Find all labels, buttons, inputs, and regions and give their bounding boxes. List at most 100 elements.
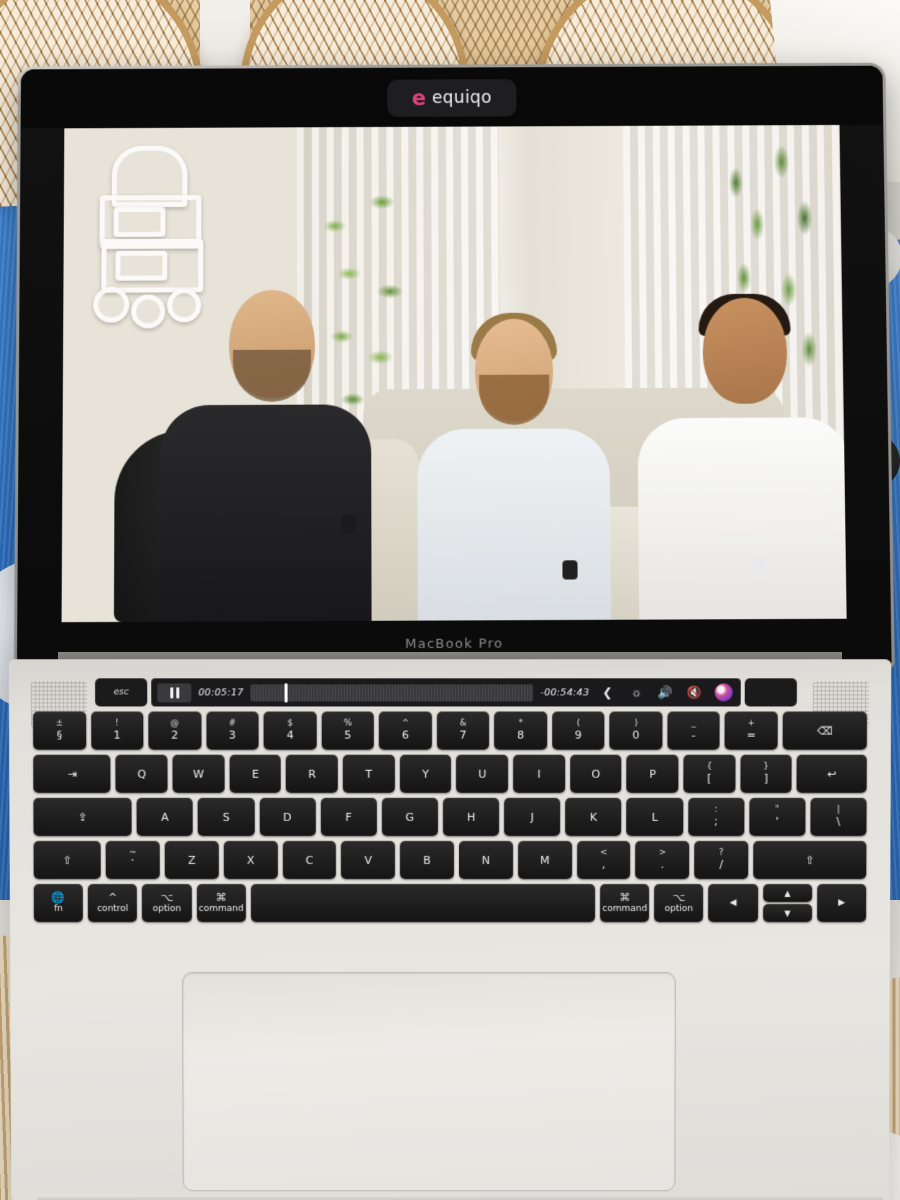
caps-lock-key[interactable]: ⇪ xyxy=(33,797,132,836)
key-quote[interactable]: " ' xyxy=(748,797,806,836)
laptop-lid: e equiqo MacBook Pro xyxy=(13,62,895,673)
key-slash[interactable]: ? / xyxy=(694,840,749,879)
key-p[interactable]: P xyxy=(626,754,679,793)
key-period[interactable]: >. xyxy=(635,840,690,879)
key-u[interactable]: U xyxy=(456,754,509,793)
key-3[interactable]: #3 xyxy=(206,711,259,750)
key-bracket-left[interactable]: {[ xyxy=(683,754,736,793)
key-a[interactable]: A xyxy=(136,797,194,836)
key-9[interactable]: (9 xyxy=(551,711,605,750)
key-f[interactable]: F xyxy=(320,797,377,836)
laptop-screen[interactable] xyxy=(61,124,847,623)
key-section[interactable]: ± § xyxy=(33,711,86,750)
key-l[interactable]: L xyxy=(626,797,683,836)
key-semicolon[interactable]: :; xyxy=(687,797,745,836)
esc-key[interactable]: esc xyxy=(95,678,148,707)
key-w[interactable]: W xyxy=(172,754,225,793)
key-2[interactable]: @2 xyxy=(148,711,202,750)
keyboard-row-home: ⇪ A S D F G H J K L :; " ' | \ xyxy=(33,797,867,836)
key-j[interactable]: J xyxy=(504,797,561,836)
control-key[interactable]: ^ control xyxy=(87,883,138,922)
keyboard-row-zxcv: ⇧ ~ ` Z X C V B N M <, >. ? / ⇧ xyxy=(33,840,867,879)
keyboard[interactable]: ± § ! 1 @2 #3 $4 % 5 ^ 6 & 7 * 8 (9 ) 0 _ - + = ⌫ xyxy=(33,711,867,927)
key-6[interactable]: ^ 6 xyxy=(379,711,432,750)
brightness-icon[interactable]: ☼ xyxy=(625,685,647,699)
touch-bar-strip[interactable]: 00:05:17 -00:54:43 ❮ ☼ 🔊 🔇 xyxy=(151,678,741,707)
macbook-pro-label: MacBook Pro xyxy=(404,635,504,652)
key-n[interactable]: N xyxy=(459,840,513,879)
volume-up-icon[interactable]: 🔊 xyxy=(655,685,677,699)
key-bracket-right[interactable]: }] xyxy=(740,754,792,793)
option-right-key[interactable]: ⌥ option xyxy=(654,883,704,922)
key-k[interactable]: K xyxy=(565,797,622,836)
shift-right-key[interactable]: ⇧ xyxy=(753,840,867,879)
scrubber-playhead[interactable] xyxy=(284,682,288,702)
equiqo-brand-text: equiqo xyxy=(431,88,492,108)
key-backslash[interactable]: | \ xyxy=(810,797,867,836)
key-minus[interactable]: _ - xyxy=(667,711,721,750)
key-r[interactable]: R xyxy=(286,754,338,793)
key-backtick[interactable]: ~ ` xyxy=(105,840,160,879)
person-right xyxy=(632,293,847,620)
key-c[interactable]: C xyxy=(282,840,337,879)
person-center xyxy=(413,312,615,621)
key-equals[interactable]: + = xyxy=(724,711,778,750)
key-x[interactable]: X xyxy=(223,840,278,879)
chevron-left-icon[interactable]: ❮ xyxy=(596,685,618,699)
key-o[interactable]: O xyxy=(569,754,622,793)
fn-globe-key[interactable]: 🌐 fn xyxy=(33,883,84,922)
media-scrubber[interactable] xyxy=(250,682,534,702)
macbook-pro-laptop: e equiqo MacBook Pro esc 00:05:17 -00:54… xyxy=(0,62,900,1200)
key-i[interactable]: I xyxy=(513,754,565,793)
arrow-left-key[interactable]: ◀ xyxy=(708,883,758,922)
video-playback-area[interactable] xyxy=(61,124,847,623)
photo-scene: e equiqo MacBook Pro esc 00:05:17 -00:54… xyxy=(0,0,900,1200)
key-1[interactable]: ! 1 xyxy=(90,711,144,750)
arrow-down-key[interactable]: ▼ xyxy=(762,903,812,922)
delete-key[interactable]: ⌫ xyxy=(782,711,867,750)
arrow-up-key[interactable]: ▲ xyxy=(762,883,813,902)
pause-bar-2 xyxy=(175,686,179,698)
trackpad[interactable] xyxy=(182,971,676,1192)
key-v[interactable]: V xyxy=(341,840,396,879)
key-8[interactable]: * 8 xyxy=(494,711,548,750)
key-z[interactable]: Z xyxy=(164,840,219,879)
person-left xyxy=(154,289,375,622)
space-key[interactable] xyxy=(250,883,596,922)
key-e[interactable]: E xyxy=(229,754,282,793)
top-bezel: e equiqo xyxy=(20,65,884,129)
key-h[interactable]: H xyxy=(442,797,500,836)
key-d[interactable]: D xyxy=(259,797,316,836)
person-right-head xyxy=(702,297,788,404)
key-y[interactable]: Y xyxy=(399,754,452,793)
return-key[interactable]: ↩ xyxy=(796,754,867,793)
key-q[interactable]: Q xyxy=(115,754,168,793)
key-b[interactable]: B xyxy=(400,840,455,879)
person-left-watch xyxy=(341,514,357,535)
webcam-cover-sticker: e equiqo xyxy=(387,79,517,118)
key-m[interactable]: M xyxy=(517,840,572,879)
key-0[interactable]: ) 0 xyxy=(609,711,663,750)
touch-bar[interactable]: esc 00:05:17 -00:54:43 ❮ ☼ 🔊 🔇 xyxy=(95,677,797,707)
key-s[interactable]: S xyxy=(198,797,255,836)
key-t[interactable]: T xyxy=(342,754,395,793)
touch-id-key[interactable] xyxy=(744,678,797,707)
shift-left-key[interactable]: ⇧ xyxy=(33,840,102,879)
keyboard-row-modifiers: 🌐 fn ^ control ⌥ option ⌘ command ⌘ command ⌥… xyxy=(33,883,867,922)
volume-mute-icon[interactable]: 🔇 xyxy=(684,685,706,699)
siri-icon[interactable] xyxy=(713,683,735,702)
pause-icon[interactable] xyxy=(157,682,192,702)
keyboard-row-numbers: ± § ! 1 @2 #3 $4 % 5 ^ 6 & 7 * 8 (9 ) 0 _ - + = ⌫ xyxy=(33,711,867,750)
tab-key[interactable]: ⇥ xyxy=(33,754,111,793)
key-g[interactable]: G xyxy=(381,797,438,836)
command-left-key[interactable]: ⌘ command xyxy=(196,883,246,922)
key-comma[interactable]: <, xyxy=(576,840,631,879)
remaining-time: -00:54:43 xyxy=(540,686,590,698)
key-5[interactable]: % 5 xyxy=(321,711,375,750)
command-right-key[interactable]: ⌘ command xyxy=(600,883,650,922)
option-left-key[interactable]: ⌥ option xyxy=(142,883,192,922)
key-7[interactable]: & 7 xyxy=(436,711,490,750)
arrow-right-key[interactable]: ▶ xyxy=(816,883,867,922)
key-4[interactable]: $4 xyxy=(263,711,317,750)
equiqo-logo-icon: e xyxy=(411,85,427,110)
